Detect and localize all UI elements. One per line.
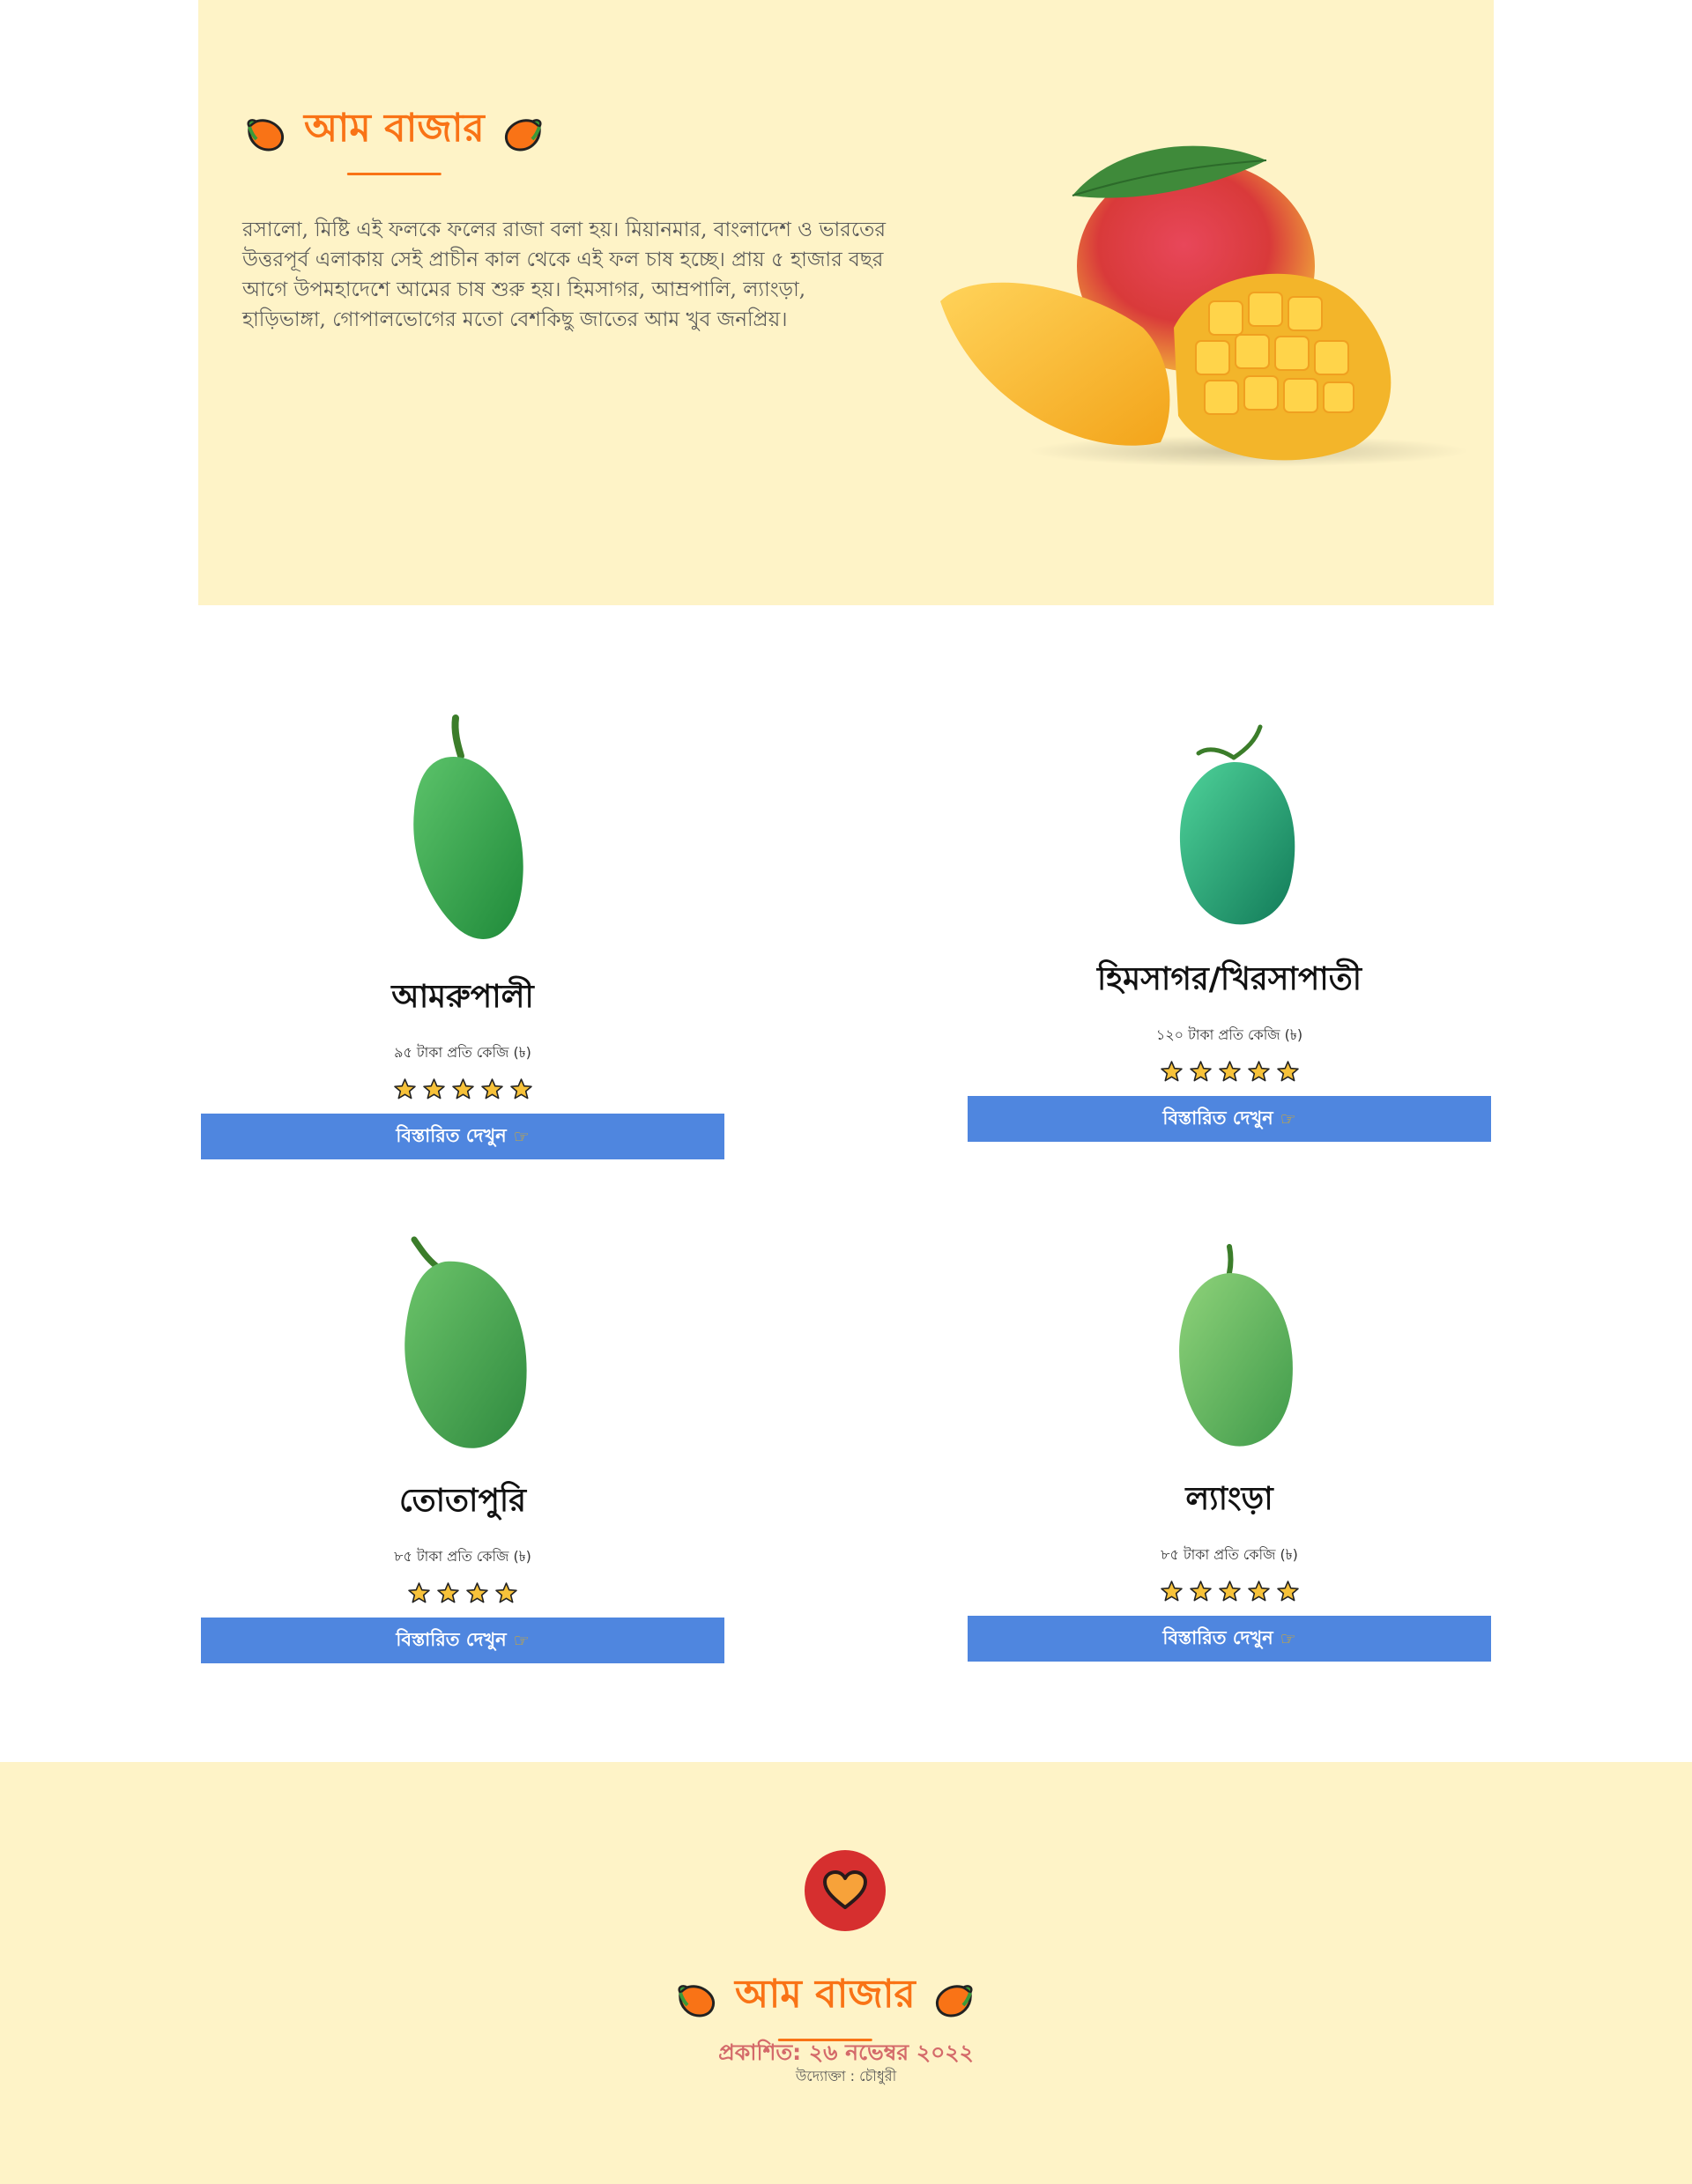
star-icon [1247, 1060, 1271, 1084]
star-icon [1160, 1580, 1184, 1603]
view-details-button[interactable]: বিস্তারিত দেখুন ☞ [968, 1616, 1491, 1662]
pointing-hand-icon: ☞ [1280, 1108, 1296, 1129]
view-details-button[interactable]: বিস্তারিত দেখুন ☞ [201, 1114, 724, 1159]
product-name: আমরুপালী [391, 979, 534, 1015]
star-icon [1276, 1580, 1300, 1603]
mango-icon [673, 1980, 719, 2019]
star-icon [1189, 1060, 1213, 1084]
product-price: ৯৫ টাকা প্রতি কেজি (৳) [394, 1044, 531, 1061]
star-icon [509, 1077, 533, 1101]
rating-stars [201, 1077, 724, 1101]
pointing-hand-icon: ☞ [513, 1630, 530, 1651]
view-details-button[interactable]: বিস্তারিত দেখুন ☞ [201, 1618, 724, 1663]
mango-icon [931, 1980, 977, 2019]
product-price: ১২০ টাকা প্রতি কেজি (৳) [1155, 1026, 1303, 1043]
rating-stars [968, 1060, 1491, 1084]
product-name: তোতাপুরি [398, 1483, 527, 1519]
product-card: তোতাপুরি ৮৫ টাকা প্রতি কেজি (৳) বিস্তারি… [201, 1235, 724, 1663]
star-icon [494, 1581, 518, 1605]
product-card: ল্যাংড়া ৮৫ টাকা প্রতি কেজি (৳) বিস্তারি… [968, 1242, 1491, 1662]
rating-stars [968, 1580, 1491, 1603]
product-name: ল্যাংড়া [1185, 1481, 1273, 1517]
star-icon [407, 1581, 431, 1605]
button-label: বিস্তারিত দেখুন [1162, 1626, 1273, 1648]
button-label: বিস্তারিত দেখুন [1162, 1107, 1273, 1129]
mango-icon [242, 115, 288, 153]
hero-section: আম বাজার রসালো, মিষ্টি এই ফলকে ফলের রাজা… [198, 0, 1494, 605]
product-name: হিমসাগর/খিরসাপাতী [1096, 961, 1362, 997]
button-label: বিস্তারিত দেখুন [396, 1124, 507, 1146]
mango-image [1179, 724, 1295, 925]
heart-icon [823, 1870, 867, 1909]
view-details-button[interactable]: বিস্তারিত দেখুন ☞ [968, 1096, 1491, 1142]
pointing-hand-icon: ☞ [1280, 1628, 1296, 1649]
star-icon [1189, 1580, 1213, 1603]
heart-badge [805, 1850, 886, 1931]
star-icon [1160, 1060, 1184, 1084]
star-icon [422, 1077, 446, 1101]
mango-hero-image [940, 145, 1469, 467]
mango-image [1179, 1244, 1293, 1447]
product-price: ৮৫ টাকা প্রতি কেজি (৳) [394, 1548, 531, 1565]
footer-title: আম বাজার [735, 1965, 916, 2034]
star-icon [465, 1581, 489, 1605]
hero-description: রসালো, মিষ্টি এই ফলকে ফলের রাজা বলা হয়।… [242, 218, 886, 331]
product-card: আমরুপালী ৯৫ টাকা প্রতি কেজি (৳) বিস্তারি… [201, 714, 724, 1159]
button-label: বিস্তারিত দেখুন [396, 1628, 507, 1650]
star-icon [436, 1581, 460, 1605]
brand-title: আম বাজার [304, 99, 485, 168]
star-icon [393, 1077, 417, 1101]
star-icon [480, 1077, 504, 1101]
footer: আম বাজার প্রকাশিত: ২৬ নভেম্বর ২০২২ উদ্যো… [0, 1762, 1692, 2184]
star-icon [1276, 1060, 1300, 1084]
hero-brand: আম বাজার [242, 99, 546, 168]
star-icon [451, 1077, 475, 1101]
mango-icon [501, 115, 546, 153]
mango-image [413, 714, 523, 939]
star-icon [1218, 1060, 1242, 1084]
product-card: হিমসাগর/খিরসাপাতী ১২০ টাকা প্রতি কেজি (৳… [968, 722, 1491, 1142]
rating-stars [201, 1581, 724, 1605]
star-icon [1218, 1580, 1242, 1603]
footer-brand: আম বাজার [673, 1965, 977, 2034]
star-icon [1247, 1580, 1271, 1603]
owner-credit: উদ্যোক্তা : চৌধুরী [795, 2068, 897, 2084]
pointing-hand-icon: ☞ [513, 1126, 530, 1147]
product-price: ৮৫ টাকা প্রতি কেজি (৳) [1161, 1546, 1298, 1563]
mango-image [404, 1236, 527, 1448]
